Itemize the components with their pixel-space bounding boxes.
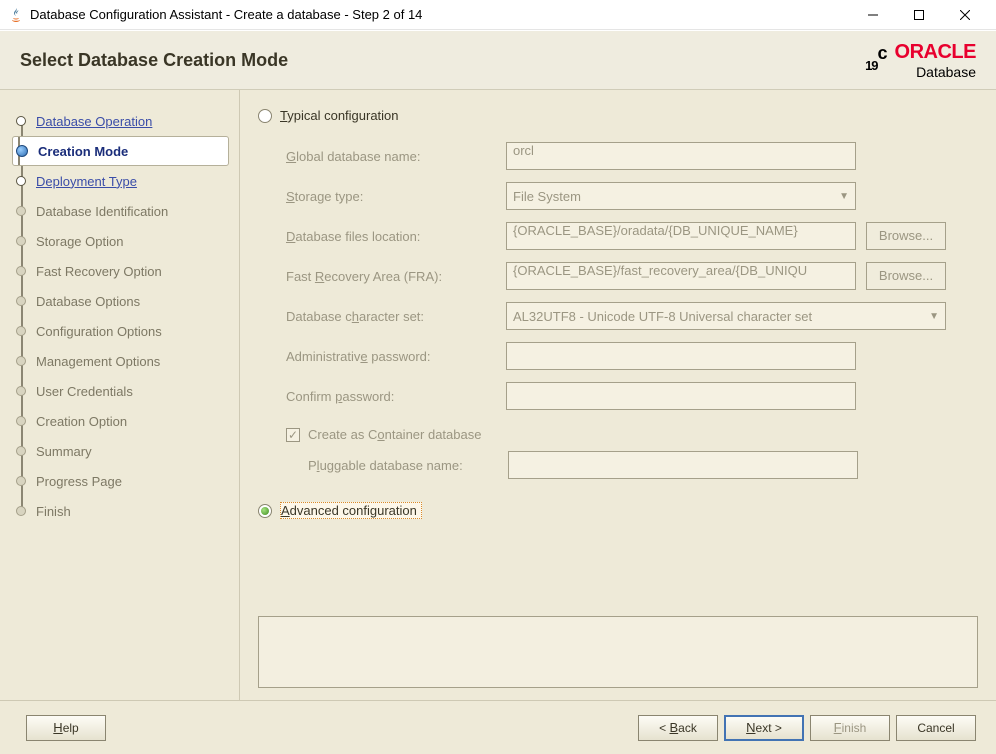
step-fast-recovery-option: Fast Recovery Option [16, 256, 229, 286]
step-database-operation[interactable]: Database Operation [16, 106, 229, 136]
cancel-button[interactable]: Cancel [896, 715, 976, 741]
next-button[interactable]: Next > [724, 715, 804, 741]
title-bar: Database Configuration Assistant - Creat… [0, 0, 996, 30]
step-database-options: Database Options [16, 286, 229, 316]
pluggable-db-input [508, 451, 858, 479]
fra-label: Fast Recovery Area (FRA): [286, 269, 506, 284]
pluggable-db-label: Pluggable database name: [308, 458, 508, 473]
wizard-footer: Help < Back Next > Finish Cancel [0, 700, 996, 754]
step-progress-page: Progress Page [16, 466, 229, 496]
confirm-password-label: Confirm password: [286, 389, 506, 404]
step-finish: Finish [16, 496, 229, 526]
help-button[interactable]: Help [26, 715, 106, 741]
confirm-password-input [506, 382, 856, 410]
close-button[interactable] [942, 0, 988, 30]
radio-icon [258, 109, 272, 123]
step-management-options: Management Options [16, 346, 229, 376]
step-creation-mode: Creation Mode [12, 136, 229, 166]
content-panel: Typical configuration Global database na… [240, 90, 996, 700]
step-user-credentials: User Credentials [16, 376, 229, 406]
message-area [258, 616, 978, 688]
checkbox-icon: ✓ [286, 428, 300, 442]
radio-icon [258, 504, 272, 518]
storage-type-label: Storage type: [286, 189, 506, 204]
advanced-configuration-radio[interactable]: Advanced configuration [258, 502, 978, 519]
step-creation-option: Creation Option [16, 406, 229, 436]
window-title: Database Configuration Assistant - Creat… [30, 7, 850, 22]
step-configuration-options: Configuration Options [16, 316, 229, 346]
browse-fra-button: Browse... [866, 262, 946, 290]
admin-password-label: Administrative password: [286, 349, 506, 364]
step-deployment-type[interactable]: Deployment Type [16, 166, 229, 196]
wizard-steps: Database Operation Creation Mode Deploym… [0, 90, 240, 700]
page-title: Select Database Creation Mode [20, 50, 865, 71]
typical-form: Global database name: orcl Storage type:… [286, 133, 978, 488]
container-db-checkbox: ✓ Create as Container database [286, 427, 978, 442]
main-area: Database Operation Creation Mode Deploym… [0, 90, 996, 700]
oracle-logo: 19c ORACLE Database [865, 41, 976, 80]
step-summary: Summary [16, 436, 229, 466]
java-icon [8, 7, 24, 23]
db-files-location-label: Database files location: [286, 229, 506, 244]
step-storage-option: Storage Option [16, 226, 229, 256]
minimize-button[interactable] [850, 0, 896, 30]
db-files-location-input: {ORACLE_BASE}/oradata/{DB_UNIQUE_NAME} [506, 222, 856, 250]
global-db-name-input: orcl [506, 142, 856, 170]
step-database-identification: Database Identification [16, 196, 229, 226]
chevron-down-icon: ▼ [929, 311, 939, 322]
typical-configuration-radio[interactable]: Typical configuration [258, 108, 978, 123]
chevron-down-icon: ▼ [839, 191, 849, 202]
browse-db-files-button: Browse... [866, 222, 946, 250]
charset-label: Database character set: [286, 309, 506, 324]
global-db-name-label: Global database name: [286, 149, 506, 164]
back-button[interactable]: < Back [638, 715, 718, 741]
page-header: Select Database Creation Mode 19c ORACLE… [0, 30, 996, 90]
storage-type-select: File System▼ [506, 182, 856, 210]
admin-password-input [506, 342, 856, 370]
charset-select: AL32UTF8 - Unicode UTF-8 Universal chara… [506, 302, 946, 330]
fra-input: {ORACLE_BASE}/fast_recovery_area/{DB_UNI… [506, 262, 856, 290]
maximize-button[interactable] [896, 0, 942, 30]
finish-button: Finish [810, 715, 890, 741]
